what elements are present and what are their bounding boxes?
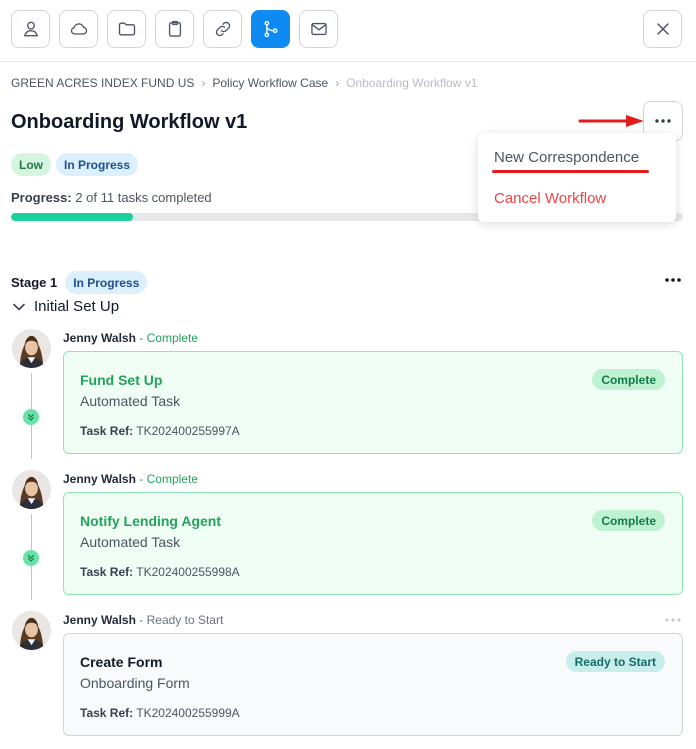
priority-badge: Low — [11, 153, 51, 176]
task-status-badge: Complete — [592, 510, 665, 531]
group-label: Initial Set Up — [34, 298, 120, 315]
status-badge: In Progress — [56, 153, 139, 176]
owner-status: Complete — [146, 472, 198, 486]
progress-bar-fill — [11, 213, 134, 221]
timeline-node — [23, 550, 39, 566]
stage-header: Stage 1 In Progress — [11, 271, 148, 294]
avatar — [12, 470, 51, 509]
task-type: Automated Task — [80, 534, 181, 550]
timeline-node — [23, 409, 39, 425]
task-ref-label: Task Ref: — [80, 706, 134, 720]
timeline-connector — [31, 566, 32, 600]
timeline-connector — [31, 425, 32, 459]
more-horizontal-icon — [665, 618, 681, 622]
stage-label: Stage 1 — [11, 275, 58, 290]
underline-annotation — [492, 170, 649, 173]
clipboard-icon — [168, 20, 181, 37]
owner-name: Jenny Walsh — [63, 613, 136, 627]
task-owner: Jenny Walsh - Ready to Start — [63, 613, 223, 627]
breadcrumb-item-fund[interactable]: GREEN ACRES INDEX FUND US — [11, 76, 194, 90]
workflow-icon — [264, 20, 277, 38]
menu-item-new-correspondence[interactable]: New Correspondence — [494, 149, 639, 166]
task-ref: Task Ref: TK202400255998A — [80, 565, 240, 579]
cloud-icon — [70, 23, 87, 35]
folder-button[interactable] — [107, 10, 146, 48]
woman-portrait-icon — [12, 329, 51, 368]
mail-button[interactable] — [299, 10, 338, 48]
workflow-actions-menu: New Correspondence Cancel Workflow — [478, 133, 676, 222]
more-horizontal-icon — [665, 278, 681, 282]
close-button[interactable] — [643, 10, 682, 48]
task-type: Automated Task — [80, 393, 181, 409]
task-ref-value: TK202400255999A — [136, 706, 240, 720]
stage-status-badge: In Progress — [65, 271, 148, 294]
task-owner: Jenny Walsh - Complete — [63, 472, 198, 486]
owner-status-separator: - — [139, 331, 144, 345]
close-icon — [656, 23, 669, 35]
page-title: Onboarding Workflow v1 — [11, 111, 248, 133]
avatar — [12, 329, 51, 368]
task-card[interactable]: Fund Set Up Automated Task Task Ref: TK2… — [63, 351, 683, 454]
stage-more-button[interactable] — [663, 272, 683, 288]
mail-icon — [310, 22, 327, 36]
task-status-badge: Complete — [592, 369, 665, 390]
task-ref-label: Task Ref: — [80, 424, 134, 438]
task-type: Onboarding Form — [80, 675, 190, 691]
owner-status: Complete — [146, 331, 198, 345]
workflow-badges: Low In Progress — [11, 153, 139, 176]
chevron-double-down-icon — [27, 413, 35, 421]
breadcrumb: GREEN ACRES INDEX FUND US › Policy Workf… — [11, 76, 477, 90]
toolbar — [0, 0, 696, 62]
task-more-button[interactable] — [663, 614, 683, 626]
chevron-down-icon — [13, 303, 25, 311]
timeline-connector — [31, 373, 32, 409]
clipboard-button[interactable] — [155, 10, 194, 48]
breadcrumb-item-case[interactable]: Policy Workflow Case — [212, 76, 328, 90]
person-icon — [23, 21, 38, 37]
task-card[interactable]: Notify Lending Agent Automated Task Task… — [63, 492, 683, 595]
task-ref-label: Task Ref: — [80, 565, 134, 579]
task-title: Create Form — [80, 654, 163, 670]
person-button[interactable] — [11, 10, 50, 48]
owner-status-separator: - — [139, 472, 144, 486]
task-title: Fund Set Up — [80, 372, 163, 388]
task-ref-value: TK202400255998A — [136, 565, 240, 579]
task-status-badge: Ready to Start — [565, 651, 665, 672]
timeline-connector — [31, 514, 32, 550]
group-toggle[interactable]: Initial Set Up — [12, 298, 119, 315]
progress-label: Progress: — [11, 190, 72, 205]
task-card[interactable]: Create Form Onboarding Form Task Ref: TK… — [63, 633, 683, 736]
cloud-button[interactable] — [59, 10, 98, 48]
chevron-right-icon: › — [335, 76, 340, 90]
chevron-right-icon: › — [201, 76, 206, 90]
task-ref: Task Ref: TK202400255997A — [80, 424, 240, 438]
woman-portrait-icon — [12, 470, 51, 509]
progress-value: 2 of 11 tasks completed — [75, 190, 212, 205]
more-horizontal-icon — [655, 119, 671, 123]
chevron-double-down-icon — [27, 554, 35, 562]
task-ref: Task Ref: TK202400255999A — [80, 706, 240, 720]
task-title: Notify Lending Agent — [80, 513, 222, 529]
folder-icon — [118, 22, 135, 36]
breadcrumb-item-current: Onboarding Workflow v1 — [346, 76, 478, 90]
task-ref-value: TK202400255997A — [136, 424, 240, 438]
woman-portrait-icon — [12, 611, 51, 650]
menu-item-cancel-workflow[interactable]: Cancel Workflow — [494, 190, 606, 207]
avatar — [12, 611, 51, 650]
owner-name: Jenny Walsh — [63, 472, 136, 486]
arrow-annotation-icon — [578, 115, 644, 127]
task-owner: Jenny Walsh - Complete — [63, 331, 198, 345]
workflow-button[interactable] — [251, 10, 290, 48]
progress-text: Progress: 2 of 11 tasks completed — [11, 190, 212, 205]
link-button[interactable] — [203, 10, 242, 48]
link-icon — [215, 21, 230, 37]
owner-status: Ready to Start — [146, 613, 224, 627]
owner-name: Jenny Walsh — [63, 331, 136, 345]
owner-status-separator: - — [139, 613, 144, 627]
